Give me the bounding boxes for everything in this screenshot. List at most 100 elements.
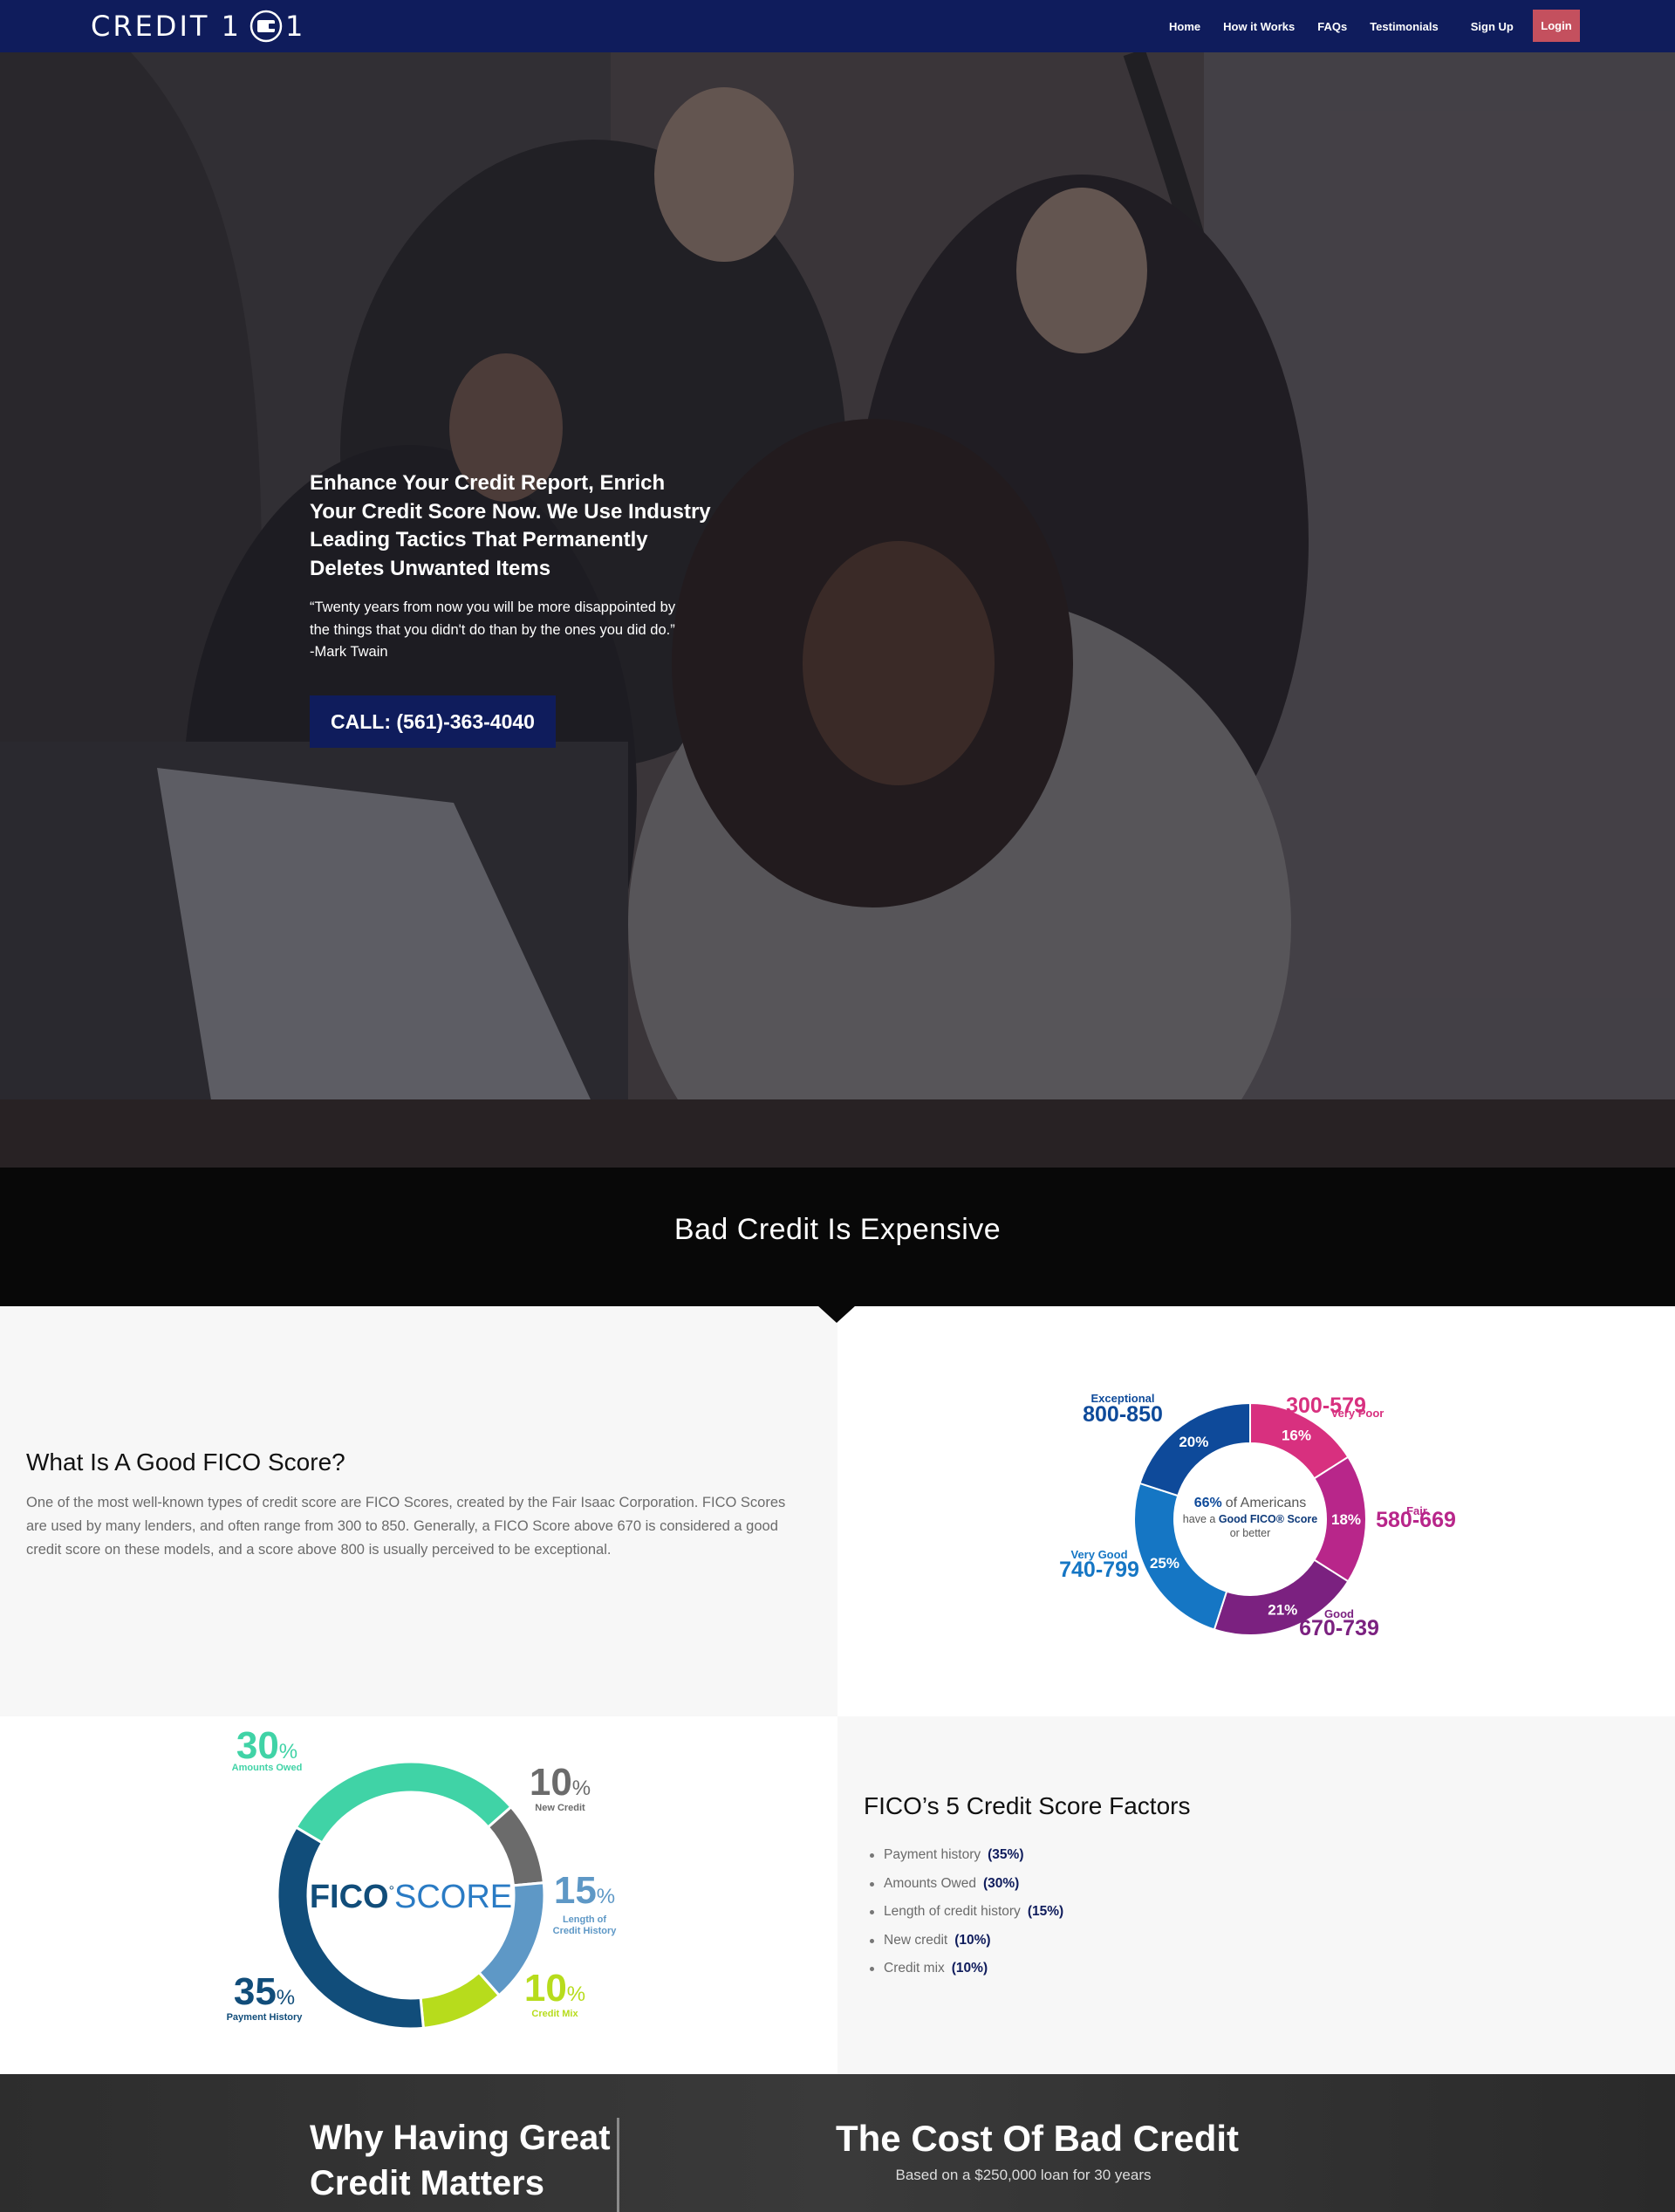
factor-item: New credit (10%) [869,1927,1063,1955]
hero-heading-line: Your Credit Score Now. We Use Industry [310,499,711,524]
factor-label: Credit mix [884,1961,945,1976]
hero-quote-line: the things that you didn't do than by th… [310,621,675,638]
factor-name-line: Credit History [553,1926,618,1936]
percent-sign: % [567,1983,585,2006]
factor-item: Amounts Owed (30%) [869,1870,1063,1899]
factors-list: Payment history (35%) Amounts Owed (30%) L… [869,1841,1064,1983]
factor-percent-label: 10% [524,1967,585,2010]
percent-sign: % [597,1885,615,1908]
hero-quote-author: -Mark Twain [310,644,388,660]
factor-label: Amounts Owed [884,1875,976,1891]
nav-home-link[interactable]: Home [1169,20,1200,33]
factors-title: FICO’s 5 Credit Score Factors [864,1792,1191,1819]
slice-percent-label: 20% [1179,1434,1208,1450]
hero-quote: “Twenty years from now you will be more … [310,597,711,664]
center-text-line1: 66% of Americans [1194,1496,1307,1510]
factor-name-label: Amounts Owed [232,1763,303,1773]
bottom-section: Why Having Great Credit Matters The Cost… [0,2074,1675,2212]
percent-sign: % [277,1986,295,2010]
fico-score-section: What Is A Good FICO Score? One of the mo… [0,1306,838,1716]
hero-quote-line: “Twenty years from now you will be more … [310,599,676,615]
why-title-line: Credit Matters [310,2164,544,2202]
factor-percent-label: 10% [530,1761,591,1804]
hero-heading: Enhance Your Credit Report, Enrich Your … [310,469,711,583]
nav-how-it-works-link[interactable]: How it Works [1223,20,1295,33]
cost-subtitle: Based on a $250,000 loan for 30 years [895,2167,1152,2183]
factor-percent: (30%) [982,1875,1020,1891]
why-title-line: Why Having Great [310,2119,611,2157]
range-value-label: 580-669 [1376,1508,1456,1532]
range-value-label: 740-799 [1059,1558,1139,1582]
fico-range-donut-chart: 16%Very Poor300-57918%Fair580-66921% Good… [1059,1392,1456,1640]
hero-heading-line: Enhance Your Credit Report, Enrich [310,471,666,495]
percent-sign: % [279,1740,297,1763]
center-text-bold: Good FICO® Score [1219,1513,1317,1525]
factor-percent: (35%) [988,1847,1024,1862]
vertical-divider [617,2118,619,2212]
range-value-label: 300-579 [1286,1394,1366,1418]
fico-section-title: What Is A Good FICO Score? [26,1448,345,1476]
factor-slice [276,1825,426,2031]
hero-overlay [0,52,1675,1168]
factor-label: Payment history [884,1847,981,1862]
cost-title: The Cost Of Bad Credit [836,2118,1240,2159]
fico-range-chart-panel: 16% Very Poor 300-579 18% Fair 580-669 21% Good… [838,1306,1675,1716]
slice-percent-label: 16% [1282,1428,1311,1444]
factor-item: Payment history (35%) [869,1841,1063,1870]
hero: Enhance Your Credit Report, Enrich Your … [0,52,1675,1168]
factor-percent: (10%) [954,1932,991,1948]
nav-links: Home How it Works FAQs Testimonials Sign… [1169,0,1536,52]
logo-text: CREDIT 1 [91,10,242,43]
hero-content: Enhance Your Credit Report, Enrich Your … [310,469,711,664]
nav-sign-up-link[interactable]: Sign Up [1471,20,1514,33]
slice-percent-label: 25% [1150,1555,1179,1572]
factor-slice [486,1805,545,1887]
factor-percent-label: 15% [554,1869,615,1912]
logo-text-end: 1 [284,10,306,43]
factor-label: Length of credit history [884,1904,1021,1919]
fico-section-text: One of the most well-known types of cred… [26,1495,786,1558]
factor-label: New credit [884,1932,948,1948]
center-text: of Americans [1226,1496,1306,1510]
range-value-label: 670-739 [1299,1616,1379,1640]
band-arrow-pointer [817,1305,856,1323]
fico-factors-chart-panel: 30% Amounts Owed 10% New Credit 15% Length of… [0,1716,838,2074]
factor-percent: (10%) [951,1961,988,1976]
nav-testimonials-link[interactable]: Testimonials [1370,20,1439,33]
bad-credit-band: Bad Credit Is Expensive [0,1168,1675,1306]
factor-percent-label: 35% [234,1970,295,2013]
hero-heading-line: Deletes Unwanted Items [310,556,551,580]
login-button[interactable]: Login [1533,10,1580,42]
logo[interactable]: CREDIT 1 1 [91,5,305,47]
factor-name-line: Length of [563,1914,606,1925]
factor-name-label: Payment History [227,2012,304,2023]
fico-bold-text: FICO [310,1879,389,1915]
factor-name-label: Credit Mix [531,2009,578,2019]
fico-score-light-text: SCORE [394,1879,512,1915]
nav-faqs-link[interactable]: FAQs [1317,20,1347,33]
fico-factors-donut-chart: 30%Amounts Owed 10%New Credit15%Length of… [227,1724,618,2031]
center-text: have a [1183,1513,1219,1525]
top-nav: CREDIT 1 1 Home How it Works FAQs Testim… [0,0,1675,52]
fico-factors-section: FICO’s 5 Credit Score Factors Payment hi… [838,1716,1675,2074]
factor-name-label: New Credit [535,1803,585,1813]
factor-slice [294,1760,513,1845]
range-value-label: 800-850 [1083,1402,1163,1427]
factor-item: Length of credit history (15%) [869,1898,1064,1927]
wallet-logo-icon [250,10,283,43]
slice-percent-label: 21% [1268,1601,1297,1618]
slice-percent-label: 18% [1331,1511,1361,1528]
factor-item: Credit mix (10%) [869,1955,1063,1983]
factor-name-label: Length of Credit History [553,1914,618,1936]
fico-score-center-text: FICO°SCORE [310,1879,512,1915]
call-button[interactable]: CALL: (561)-363-4040 [310,695,556,748]
hero-heading-line: Leading Tactics That Permanently [310,528,648,551]
center-text-line3: or better [1230,1527,1271,1539]
why-credit-title: Why Having Great Credit Matters [310,2115,624,2206]
factor-percent: (15%) [1027,1904,1064,1919]
factor-slice [419,1970,502,2030]
percent-sign: % [572,1777,591,1800]
factor-percent-label: 30% [236,1724,297,1767]
center-percent: 66% [1194,1496,1222,1510]
band-title: Bad Credit Is Expensive [673,1213,1002,1246]
